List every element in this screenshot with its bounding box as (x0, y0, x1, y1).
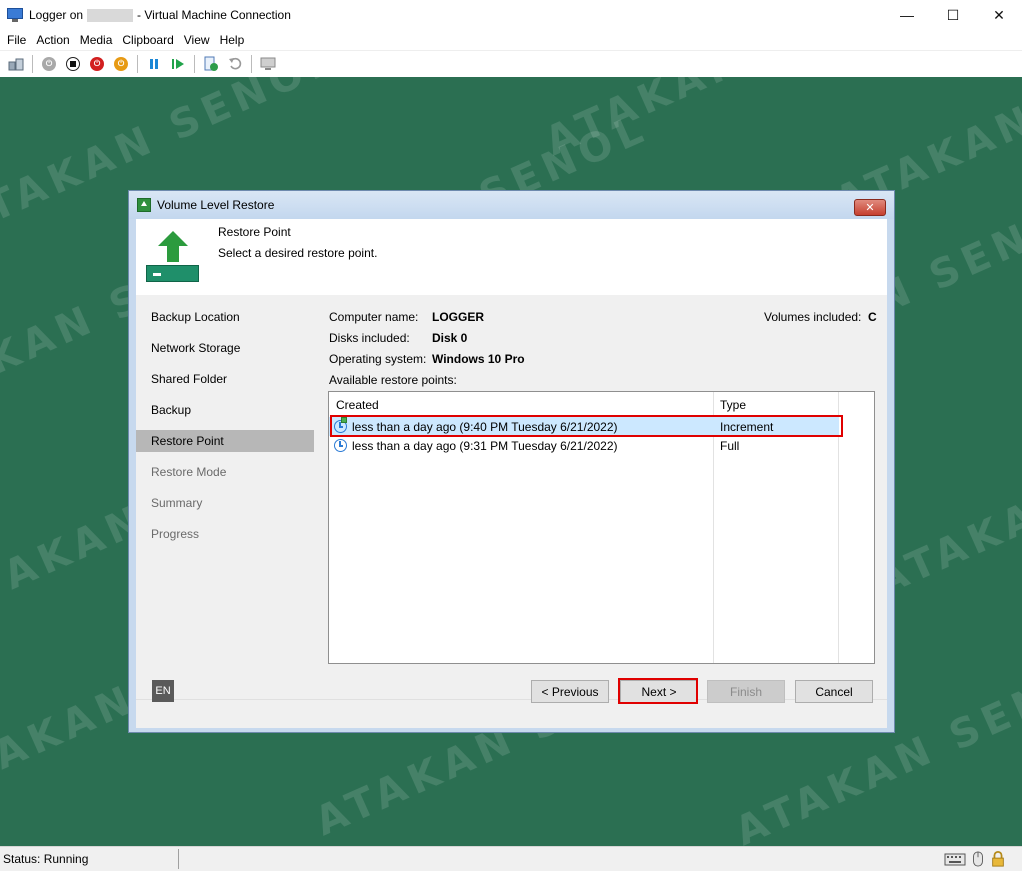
resume-icon[interactable] (169, 55, 187, 73)
restore-point-type: Full (720, 439, 740, 453)
mouse-icon (973, 851, 983, 867)
toolbar-separator (32, 54, 33, 73)
dialog-close-button[interactable]: ✕ (854, 199, 886, 216)
redacted-host-name (87, 8, 134, 22)
language-indicator: EN (152, 680, 174, 702)
dialog-title: Volume Level Restore (157, 198, 275, 212)
vm-desktop: ATAKAN SENOL ATAKAN SENOL ATAKAN SENOL A… (0, 77, 1022, 846)
next-button[interactable]: Next > (620, 680, 698, 703)
nav-step-restore-mode: Restore Mode (151, 465, 227, 479)
operating-system-value: Windows 10 Pro (432, 352, 525, 366)
volume-level-restore-dialog: Volume Level Restore ✕ Restore Point Sel… (128, 190, 895, 733)
nav-step-network-storage[interactable]: Network Storage (136, 337, 314, 359)
lock-icon (992, 851, 1004, 867)
disks-included-label: Disks included: (329, 331, 410, 345)
pause-icon[interactable] (145, 55, 163, 73)
close-button[interactable]: ✕ (976, 0, 1022, 30)
window-title-prefix: Logger on (29, 8, 84, 22)
status-bar: Status: Running (0, 846, 1022, 871)
revert-icon[interactable] (226, 55, 244, 73)
restore-app-icon (137, 198, 151, 212)
restore-points-grid[interactable]: Created Type less than a day ago (9:40 P… (328, 391, 875, 664)
vm-status-text: Status: Running (3, 852, 89, 866)
window-controls: — ☐ ✕ (884, 0, 1022, 30)
restore-point-type: Increment (720, 420, 774, 434)
menu-clipboard[interactable]: Clipboard (117, 33, 178, 47)
previous-button[interactable]: < Previous (531, 680, 609, 703)
restore-point-icon (146, 231, 200, 287)
nav-step-backup[interactable]: Backup (136, 399, 314, 421)
menu-media[interactable]: Media (75, 33, 118, 47)
wizard-step-subtitle: Select a desired restore point. (218, 246, 378, 260)
restore-point-row-increment[interactable]: less than a day ago (9:40 PM Tuesday 6/2… (329, 417, 839, 436)
cancel-button[interactable]: Cancel (795, 680, 873, 703)
checkpoint-icon[interactable] (202, 55, 220, 73)
dialog-titlebar: Volume Level Restore ✕ (129, 191, 894, 219)
wizard-header: Restore Point Select a desired restore p… (136, 219, 887, 295)
volumes-included-value: C (868, 310, 877, 324)
restore-point-created: less than a day ago (9:40 PM Tuesday 6/2… (352, 420, 618, 434)
toolbar-separator (194, 54, 195, 73)
watermark: ATAKAN SENOL (539, 77, 935, 165)
restore-point-clock-icon (334, 439, 347, 452)
shutdown-icon[interactable]: ⏻ (88, 55, 106, 73)
turn-off-icon[interactable] (64, 55, 82, 73)
window-titlebar: Logger on - Virtual Machine Connection —… (0, 0, 1022, 30)
nav-step-shared-folder[interactable]: Shared Folder (136, 368, 314, 390)
disks-included-value: Disk 0 (432, 331, 468, 345)
column-header-created[interactable]: Created (336, 398, 379, 412)
computer-name-label: Computer name: (329, 310, 419, 324)
operating-system-label: Operating system: (329, 352, 427, 366)
dialog-body: Restore Point Select a desired restore p… (136, 219, 887, 728)
computer-name-value: LOGGER (432, 310, 485, 324)
save-icon[interactable]: ⏻ (112, 55, 130, 73)
wizard-step-title: Restore Point (218, 225, 291, 239)
vm-connection-icon (7, 8, 23, 22)
window-title: Logger on - Virtual Machine Connection (29, 8, 291, 22)
menu-bar: File Action Media Clipboard View Help (0, 30, 1022, 50)
toolbar-separator (137, 54, 138, 73)
window-title-suffix: - Virtual Machine Connection (137, 8, 291, 22)
menu-view[interactable]: View (179, 33, 215, 47)
ctrl-alt-del-icon[interactable] (7, 55, 25, 73)
restore-point-row-full[interactable]: less than a day ago (9:31 PM Tuesday 6/2… (329, 436, 839, 455)
menu-action[interactable]: Action (31, 33, 74, 47)
minimize-button[interactable]: — (884, 0, 930, 30)
nav-step-backup-location[interactable]: Backup Location (136, 306, 314, 328)
wizard-steps-nav: Backup Location Network Storage Shared F… (136, 296, 314, 663)
finish-button: Finish (707, 680, 785, 703)
toolbar: ⏻ ⏻ ⏻ (0, 50, 1022, 76)
column-header-type[interactable]: Type (720, 398, 746, 412)
nav-step-restore-point[interactable]: Restore Point (136, 430, 314, 452)
enhanced-session-icon[interactable] (259, 55, 277, 73)
status-separator (178, 849, 179, 869)
nav-step-progress: Progress (151, 527, 200, 541)
keyboard-icon (944, 853, 966, 866)
available-restore-points-label: Available restore points: (329, 373, 457, 387)
volumes-included-label: Volumes included: (764, 310, 862, 324)
restore-point-clock-icon (334, 417, 347, 433)
restore-point-created: less than a day ago (9:31 PM Tuesday 6/2… (352, 439, 618, 453)
menu-file[interactable]: File (2, 33, 31, 47)
restore-point-panel: Computer name: LOGGER Disks included: Di… (322, 296, 887, 664)
nav-step-summary: Summary (151, 496, 203, 510)
start-icon[interactable]: ⏻ (40, 55, 58, 73)
menu-help[interactable]: Help (215, 33, 250, 47)
maximize-button[interactable]: ☐ (930, 0, 976, 30)
toolbar-separator (251, 54, 252, 73)
